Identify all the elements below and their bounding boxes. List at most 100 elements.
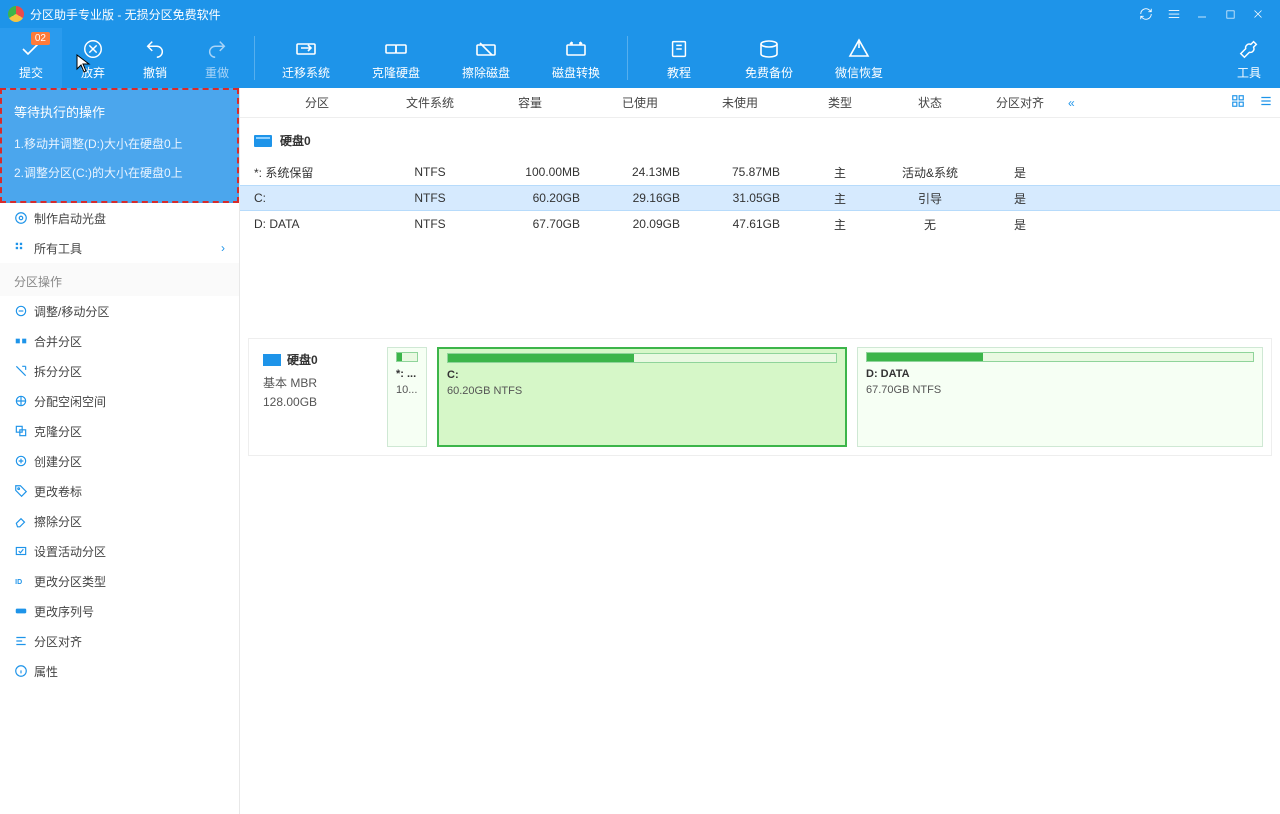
- convert-disk-button[interactable]: 磁盘转换: [531, 28, 621, 88]
- cell-align: 是: [980, 216, 1060, 233]
- col-partition[interactable]: 分区: [240, 94, 380, 111]
- app-logo-icon: [8, 6, 24, 22]
- pending-item[interactable]: 1.移动并调整(D:)大小在硬盘0上: [14, 129, 225, 158]
- pending-title: 等待执行的操作: [14, 98, 225, 129]
- window-title: 分区助手专业版 - 无损分区免费软件: [30, 6, 1132, 23]
- redo-button[interactable]: 重做: [186, 28, 248, 88]
- cell-used: 20.09GB: [600, 217, 700, 231]
- col-free[interactable]: 未使用: [700, 94, 800, 111]
- migrate-os-button[interactable]: 迁移系统: [261, 28, 351, 88]
- cell-partition: *: 系统保留: [240, 164, 380, 181]
- disk-map-c[interactable]: C: 60.20GB NTFS: [437, 347, 847, 447]
- disk-label: 硬盘0: [280, 132, 311, 149]
- merge-icon: [14, 334, 34, 348]
- change-serial-button[interactable]: 更改序列号: [0, 596, 239, 626]
- table-row[interactable]: C: NTFS 60.20GB 29.16GB 31.05GB 主 引导 是: [240, 185, 1280, 211]
- change-label-button[interactable]: 更改卷标: [0, 476, 239, 506]
- discard-button[interactable]: 放弃: [62, 28, 124, 88]
- cell-cap: 60.20GB: [480, 191, 600, 205]
- op-label: 拆分分区: [34, 363, 225, 380]
- pending-count-badge: 02: [31, 32, 50, 45]
- create-partition-button[interactable]: 创建分区: [0, 446, 239, 476]
- wipe-disk-button[interactable]: 擦除磁盘: [441, 28, 531, 88]
- view-grid-icon[interactable]: [1224, 94, 1252, 111]
- erase-icon: [14, 514, 34, 528]
- change-type-button[interactable]: ID更改分区类型: [0, 566, 239, 596]
- close-button[interactable]: [1244, 0, 1272, 28]
- col-align[interactable]: 分区对齐: [980, 94, 1060, 111]
- collapse-columns-icon[interactable]: «: [1060, 96, 1083, 110]
- disk-map-d[interactable]: D: DATA 67.70GB NTFS: [857, 347, 1263, 447]
- cell-state: 引导: [880, 190, 980, 207]
- menu-icon[interactable]: [1160, 0, 1188, 28]
- disk-icon: [263, 354, 281, 366]
- split-partition-button[interactable]: 拆分分区: [0, 356, 239, 386]
- clone-label: 克隆硬盘: [372, 64, 420, 81]
- recover-icon: [847, 36, 871, 62]
- view-list-icon[interactable]: [1252, 94, 1280, 111]
- create-icon: [14, 454, 34, 468]
- main-area: 分区 文件系统 容量 已使用 未使用 类型 状态 分区对齐 « 硬盘0 *: 系…: [240, 88, 1280, 814]
- all-tools-button[interactable]: 所有工具 ›: [0, 233, 239, 263]
- clone-icon: [384, 36, 408, 62]
- properties-button[interactable]: 属性: [0, 656, 239, 686]
- tools-button[interactable]: 工具: [1218, 28, 1280, 88]
- cell-free: 31.05GB: [700, 191, 800, 205]
- dm-part-label: D: DATA: [866, 368, 1254, 380]
- cancel-icon: [82, 36, 104, 62]
- make-boot-disc-button[interactable]: 制作启动光盘: [0, 203, 239, 233]
- align-partition-button[interactable]: 分区对齐: [0, 626, 239, 656]
- grid-icon: [14, 241, 34, 255]
- wrench-icon: [1238, 36, 1260, 62]
- resize-move-button[interactable]: 调整/移动分区: [0, 296, 239, 326]
- op-label: 克隆分区: [34, 423, 225, 440]
- serial-icon: [14, 604, 34, 618]
- minimize-button[interactable]: [1188, 0, 1216, 28]
- active-icon: [14, 544, 34, 558]
- disk-map-container: 硬盘0 基本 MBR 128.00GB *: ... 10... C: 60.2…: [248, 338, 1272, 456]
- disk-map-disk-info[interactable]: 硬盘0 基本 MBR 128.00GB: [257, 347, 377, 447]
- wechat-recover-button[interactable]: 微信恢复: [814, 28, 904, 88]
- partition-ops-header: 分区操作: [0, 263, 239, 296]
- table-row[interactable]: D: DATA NTFS 67.70GB 20.09GB 47.61GB 主 无…: [240, 211, 1280, 237]
- col-used[interactable]: 已使用: [600, 94, 700, 111]
- col-type[interactable]: 类型: [800, 94, 880, 111]
- wipe-partition-button[interactable]: 擦除分区: [0, 506, 239, 536]
- op-label: 分配空闲空间: [34, 393, 225, 410]
- pending-item[interactable]: 2.调整分区(C:)的大小在硬盘0上: [14, 158, 225, 187]
- disk-map-reserved[interactable]: *: ... 10...: [387, 347, 427, 447]
- dm-part-sub: 10...: [396, 384, 418, 396]
- set-active-button[interactable]: 设置活动分区: [0, 536, 239, 566]
- cell-type: 主: [800, 164, 880, 181]
- allocate-icon: [14, 394, 34, 408]
- undo-label: 撤销: [143, 64, 167, 81]
- chevron-right-icon: ›: [221, 241, 225, 255]
- title-bar: 分区助手专业版 - 无损分区免费软件: [0, 0, 1280, 28]
- dm-part-sub: 60.20GB NTFS: [447, 385, 837, 397]
- op-label: 更改卷标: [34, 483, 225, 500]
- op-label: 合并分区: [34, 333, 225, 350]
- cell-fs: NTFS: [380, 191, 480, 205]
- commit-button[interactable]: 02 提交: [0, 28, 62, 88]
- clone-disk-button[interactable]: 克隆硬盘: [351, 28, 441, 88]
- cell-type: 主: [800, 190, 880, 207]
- disk-header[interactable]: 硬盘0: [240, 118, 1280, 159]
- col-capacity[interactable]: 容量: [480, 94, 600, 111]
- maximize-button[interactable]: [1216, 0, 1244, 28]
- cell-free: 75.87MB: [700, 165, 800, 179]
- table-row[interactable]: *: 系统保留 NTFS 100.00MB 24.13MB 75.87MB 主 …: [240, 159, 1280, 185]
- col-state[interactable]: 状态: [880, 94, 980, 111]
- refresh-icon[interactable]: [1132, 0, 1160, 28]
- merge-partition-button[interactable]: 合并分区: [0, 326, 239, 356]
- usage-bar: [447, 353, 837, 363]
- cell-type: 主: [800, 216, 880, 233]
- backup-button[interactable]: 免费备份: [724, 28, 814, 88]
- tutorial-button[interactable]: 教程: [634, 28, 724, 88]
- redo-label: 重做: [205, 64, 229, 81]
- cell-cap: 100.00MB: [480, 165, 600, 179]
- clone-partition-button[interactable]: 克隆分区: [0, 416, 239, 446]
- allocate-free-button[interactable]: 分配空闲空间: [0, 386, 239, 416]
- dm-part-label: C:: [447, 369, 837, 381]
- undo-button[interactable]: 撤销: [124, 28, 186, 88]
- col-filesystem[interactable]: 文件系统: [380, 94, 480, 111]
